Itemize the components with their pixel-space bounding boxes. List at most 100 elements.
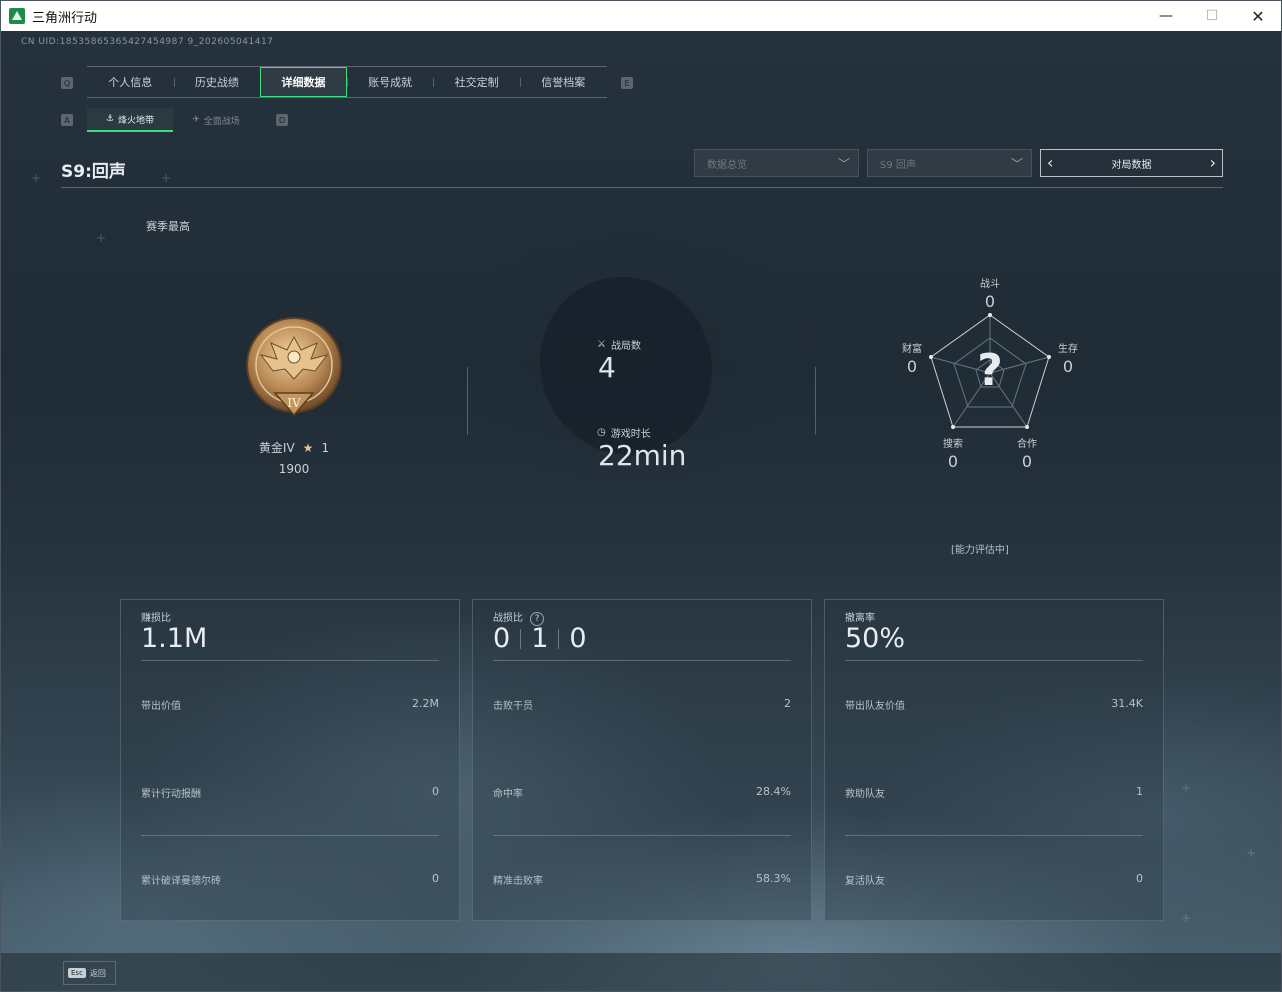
star-icon: ★ [302,440,314,455]
tab-match-history[interactable]: 历史战绩 [173,67,261,97]
chevron-down-icon: ﹀ [1010,157,1023,171]
row-label: 累计破译曼德尔砖 [141,876,221,887]
matches-value: 4 [598,351,616,384]
rank-medal-icon: IV [246,317,342,417]
card-divider [845,835,1143,836]
card-value: 50% [845,623,906,654]
kd-value: 0 [569,623,587,654]
season-dropdown[interactable]: S9 回声 ﹀ [867,149,1032,177]
matches-stat: ⚔ 战局数 [597,337,641,352]
back-button[interactable]: Esc 返回 [63,961,116,985]
kd-value: 1 [531,623,549,654]
crossed-swords-icon: ⚔ [597,339,606,350]
title-bar: 三角洲行动 — ☐ ✕ [1,1,1281,31]
row-label: 复活队友 [845,876,885,887]
radar-search-value: 0 [947,452,959,471]
rank-score: 1900 [278,462,310,476]
tab-next-key-hint[interactable]: E [621,77,633,89]
row-label: 救助队友 [845,789,885,800]
dropdown-value: S9 回声 [880,159,916,171]
card-divider [845,660,1143,661]
card-value: 1.1M [141,623,208,654]
kd-values: 0 1 0 [493,623,587,654]
row-value: 28.4% [756,785,791,798]
extract-card: 撤离率 50% 带出队友价值 31.4K 救助队友 1 复活队友 0 [824,599,1164,921]
kd-separator [520,628,522,649]
rank-name: 黄金IV [258,441,295,455]
tab-credit-record[interactable]: 信誉档案 [519,67,607,97]
matches-label: 战局数 [610,341,641,352]
rank-row: 黄金IV ★ 1 [241,439,347,456]
subtab-extraction-mode[interactable]: ⚓ 烽火地带 [87,108,173,132]
svg-text:IV: IV [287,396,301,410]
kd-separator [558,628,560,649]
playtime-label: 游戏时长 [610,429,651,440]
chevron-down-icon: ﹀ [837,157,850,171]
radar-survival-label: 生存 [1058,344,1078,355]
deco-plus-icon: + [96,231,107,245]
deco-plus-icon: + [1181,781,1192,795]
row-value: 0 [1136,872,1143,885]
maximize-button[interactable]: ☐ [1189,1,1235,31]
card-label: 撤离率 [845,613,875,624]
mode-icon: ✈ [192,115,200,125]
radar-combat-value: 0 [984,292,996,311]
row-label: 带出队友价值 [845,701,905,712]
deco-plus-icon: + [1246,846,1257,860]
row-label: 精准击败率 [493,876,543,887]
clock-icon: ◷ [597,427,606,438]
card-divider [141,835,439,836]
row-label: 命中率 [493,789,523,800]
deco-plus-icon: + [31,171,42,185]
row-value: 31.4K [1111,697,1143,710]
tab-social-custom[interactable]: 社交定制 [433,67,520,97]
chevron-left-icon[interactable]: ‹ [1047,153,1053,172]
playtime-stat: ◷ 游戏时长 [597,425,651,440]
match-data-switcher[interactable]: ‹ 对局数据 › [1040,149,1223,177]
tab-personal-info[interactable]: 个人信息 [87,67,174,97]
subtab-next-key-hint[interactable]: D [276,114,288,126]
app-logo-icon [9,8,25,24]
card-divider [493,835,791,836]
header-divider [61,187,1223,188]
tab-detailed-data[interactable]: 详细数据 [260,67,347,97]
radar-status: [能力评估中] [951,545,1009,556]
data-type-dropdown[interactable]: 数据总览 ﹀ [694,149,859,177]
deco-plus-icon: + [161,171,172,185]
season-best-label: 赛季最高 [146,220,190,233]
close-button[interactable]: ✕ [1235,1,1281,31]
dropdown-value: 数据总览 [707,159,747,171]
back-label: 返回 [89,968,106,978]
app-window: 三角洲行动 — ☐ ✕ CN UID:18535865365427454987 … [0,0,1282,992]
window-title: 三角洲行动 [32,10,98,26]
tab-achievements[interactable]: 账号成就 [346,67,434,97]
radar-survival-value: 0 [1062,357,1074,376]
kd-value: 0 [493,623,511,654]
tab-prev-key-hint[interactable]: Q [61,77,73,89]
row-value: 0 [432,872,439,885]
row-value: 1 [1136,785,1143,798]
overview-divider [815,367,816,435]
chevron-right-icon[interactable]: › [1210,153,1216,172]
minimize-button[interactable]: — [1143,1,1189,31]
uid-label: CN UID:18535865365427454987 9_2026050414… [21,37,274,47]
card-divider [493,660,791,661]
row-value: 0 [432,785,439,798]
card-divider [141,660,439,661]
season-title: S9:回声 [61,162,126,182]
footer-bar [1,953,1281,991]
playtime-value: 22min [598,439,687,472]
row-value: 2 [784,697,791,710]
row-label: 击败干员 [493,701,533,712]
card-label: 赚损比 [141,613,171,624]
mode-icon: ⚓ [105,114,115,124]
profit-card: 赚损比 1.1M 带出价值 2.2M 累计行动报酬 0 累计破译曼德尔砖 0 [120,599,460,921]
subtab-label: 全面战场 [203,116,240,127]
esc-key-hint: Esc [68,968,86,978]
subtab-prev-key-hint[interactable]: A [61,114,73,126]
subtab-warfare-mode[interactable]: ✈ 全面战场 [173,108,259,132]
subtab-label: 烽火地带 [118,115,155,126]
game-view: CN UID:18535865365427454987 9_2026050414… [1,31,1281,991]
row-label: 带出价值 [141,701,181,712]
overview-divider [467,367,468,435]
